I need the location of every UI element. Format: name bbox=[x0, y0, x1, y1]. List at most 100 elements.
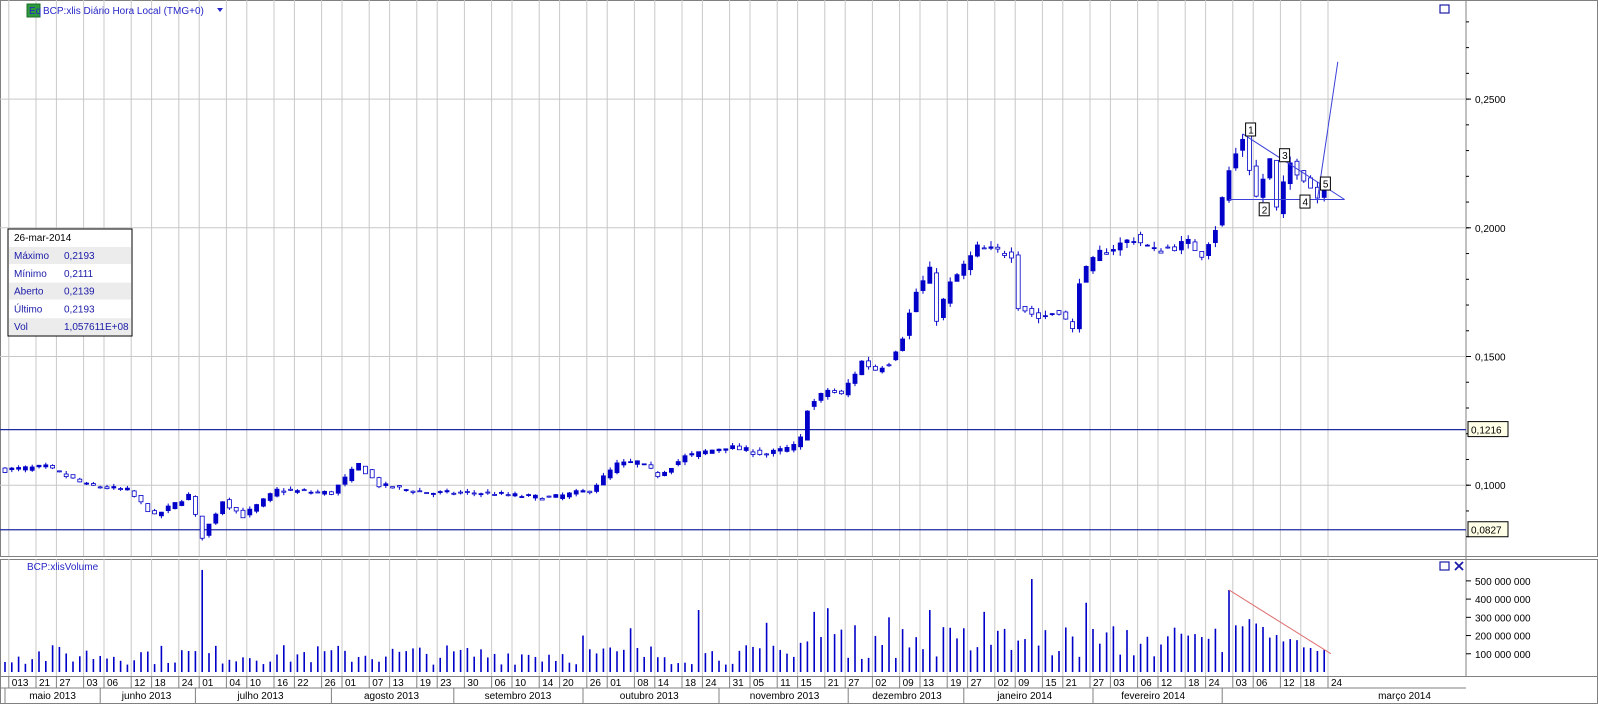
candle[interactable] bbox=[206, 523, 212, 538]
candle[interactable] bbox=[641, 463, 647, 466]
candle[interactable] bbox=[553, 494, 559, 498]
candle[interactable] bbox=[947, 277, 953, 307]
maximize-price-icon[interactable] bbox=[1439, 4, 1450, 14]
candle-body bbox=[669, 467, 674, 473]
candle-body bbox=[97, 486, 103, 489]
day-label: 01 bbox=[202, 678, 214, 689]
candle[interactable] bbox=[213, 512, 219, 525]
wave-label: 1 bbox=[1248, 125, 1254, 136]
candle[interactable] bbox=[267, 492, 273, 503]
candle[interactable] bbox=[131, 489, 137, 498]
wave-annotation[interactable]: 2 bbox=[1258, 202, 1270, 217]
candle[interactable] bbox=[57, 470, 62, 473]
candle[interactable] bbox=[546, 495, 552, 498]
candle[interactable] bbox=[1083, 265, 1089, 283]
candle[interactable] bbox=[1090, 255, 1096, 274]
day-label: 26 bbox=[590, 678, 602, 689]
price-tick-label: 0,2000 bbox=[1475, 224, 1506, 235]
candle[interactable] bbox=[260, 498, 266, 508]
candle-body bbox=[376, 477, 382, 488]
maximize-volume-icon[interactable] bbox=[1439, 561, 1450, 571]
candle-body bbox=[587, 490, 593, 494]
candle-body bbox=[1022, 306, 1028, 312]
candle-body bbox=[328, 491, 334, 495]
candle[interactable] bbox=[349, 466, 355, 483]
candle-body bbox=[84, 482, 89, 485]
candle[interactable] bbox=[1267, 158, 1273, 180]
candle[interactable] bbox=[369, 469, 375, 479]
candle[interactable] bbox=[859, 360, 865, 376]
day-label: 31 bbox=[733, 678, 745, 689]
candle-body bbox=[308, 491, 314, 494]
candle-body bbox=[240, 509, 246, 519]
candle[interactable] bbox=[1274, 159, 1279, 211]
candle[interactable] bbox=[1219, 196, 1225, 227]
candle[interactable] bbox=[913, 288, 919, 313]
candle[interactable] bbox=[220, 501, 226, 516]
candle[interactable] bbox=[192, 495, 198, 517]
candle-body bbox=[430, 492, 436, 495]
day-label: 02 bbox=[875, 678, 887, 689]
candle[interactable] bbox=[70, 474, 76, 479]
day-label: 24 bbox=[182, 678, 194, 689]
day-label: 13 bbox=[393, 678, 405, 689]
candle-body bbox=[560, 494, 565, 499]
candle-body bbox=[424, 492, 430, 494]
wave-annotation[interactable]: 5 bbox=[1319, 176, 1331, 191]
wave-annotation[interactable]: 4 bbox=[1299, 194, 1311, 209]
candle[interactable] bbox=[941, 297, 946, 321]
candle[interactable] bbox=[376, 476, 382, 489]
candle-body bbox=[866, 360, 871, 368]
candle[interactable] bbox=[1063, 310, 1069, 320]
candle[interactable] bbox=[900, 336, 905, 352]
day-label: 08 bbox=[637, 678, 649, 689]
candle[interactable] bbox=[145, 503, 151, 513]
candle[interactable] bbox=[934, 268, 939, 326]
candle[interactable] bbox=[1281, 175, 1286, 218]
candle-body bbox=[811, 401, 817, 407]
candle[interactable] bbox=[805, 410, 810, 441]
candle-body bbox=[233, 507, 239, 512]
candle[interactable] bbox=[1226, 166, 1232, 203]
wave-label: 3 bbox=[1282, 151, 1288, 162]
candle-body bbox=[125, 487, 130, 491]
candle[interactable] bbox=[424, 492, 430, 494]
price-tick-label: 0,1000 bbox=[1475, 481, 1506, 492]
candle[interactable] bbox=[172, 502, 178, 510]
candle[interactable] bbox=[362, 465, 368, 475]
info-value: 0,2193 bbox=[64, 304, 95, 315]
candle[interactable] bbox=[1015, 251, 1021, 311]
day-label: 12 bbox=[1283, 678, 1295, 689]
wave-annotation[interactable]: 3 bbox=[1279, 148, 1291, 163]
wave-annotation[interactable]: 1 bbox=[1245, 122, 1257, 137]
candle-body bbox=[43, 464, 49, 468]
candle-body bbox=[104, 486, 110, 490]
candle[interactable] bbox=[199, 515, 205, 541]
day-label: 21 bbox=[1066, 678, 1078, 689]
wave-label: 5 bbox=[1323, 180, 1329, 191]
candle-body bbox=[614, 462, 620, 474]
day-label: 27 bbox=[1093, 678, 1105, 689]
price-tick-label: 0,1500 bbox=[1475, 353, 1506, 364]
candle-body bbox=[57, 470, 62, 473]
candle-body bbox=[913, 291, 919, 313]
candle-body bbox=[1097, 249, 1103, 262]
candle-body bbox=[485, 491, 491, 494]
candle[interactable] bbox=[328, 490, 334, 496]
candle-body bbox=[1165, 246, 1171, 249]
candle-body bbox=[1090, 257, 1096, 272]
month-label: julho 2013 bbox=[236, 691, 284, 702]
day-label: 23 bbox=[440, 678, 452, 689]
candle[interactable] bbox=[226, 497, 232, 510]
candle[interactable] bbox=[356, 462, 362, 471]
candle-body bbox=[1213, 230, 1218, 243]
candle[interactable] bbox=[709, 449, 715, 454]
candle-body bbox=[1145, 244, 1150, 247]
candle[interactable] bbox=[2, 467, 8, 474]
info-value: 0,2193 bbox=[64, 251, 95, 262]
candle[interactable] bbox=[893, 350, 899, 362]
candle[interactable] bbox=[390, 486, 396, 489]
wave-label: 4 bbox=[1303, 198, 1309, 209]
candle[interactable] bbox=[1077, 278, 1082, 333]
candle[interactable] bbox=[907, 309, 912, 340]
